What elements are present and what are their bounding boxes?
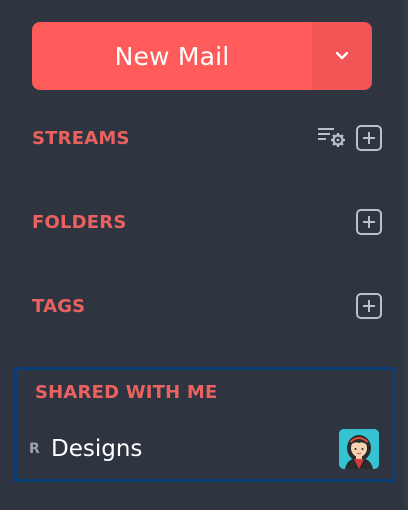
shared-item-name: Designs	[51, 436, 143, 462]
new-mail-split-button: New Mail	[32, 22, 372, 90]
streams-section-header: STREAMS	[32, 123, 382, 153]
folders-section-header: FOLDERS	[32, 207, 382, 237]
add-folder-button[interactable]	[356, 209, 382, 235]
add-stream-button[interactable]	[356, 125, 382, 151]
plus-icon	[363, 300, 375, 312]
streams-label[interactable]: STREAMS	[32, 128, 130, 149]
add-tag-button[interactable]	[356, 293, 382, 319]
chevron-down-icon	[335, 51, 349, 60]
shared-with-me-label[interactable]: SHARED WITH ME	[35, 382, 218, 403]
tags-label[interactable]: TAGS	[32, 296, 85, 317]
shared-item-prefix: R	[29, 441, 40, 457]
shared-with-me-section: SHARED WITH ME R Designs	[14, 367, 396, 482]
sidebar-edge	[404, 0, 408, 510]
new-mail-button[interactable]: New Mail	[32, 22, 312, 90]
user-avatar[interactable]	[339, 429, 379, 469]
plus-icon	[363, 216, 375, 228]
filter-settings-icon[interactable]	[316, 123, 348, 153]
new-mail-dropdown-button[interactable]	[312, 22, 372, 90]
shared-item-designs[interactable]: R Designs	[29, 428, 379, 470]
folders-label[interactable]: FOLDERS	[32, 212, 127, 233]
plus-icon	[363, 132, 375, 144]
new-mail-label: New Mail	[114, 41, 230, 71]
tags-section-header: TAGS	[32, 291, 382, 321]
